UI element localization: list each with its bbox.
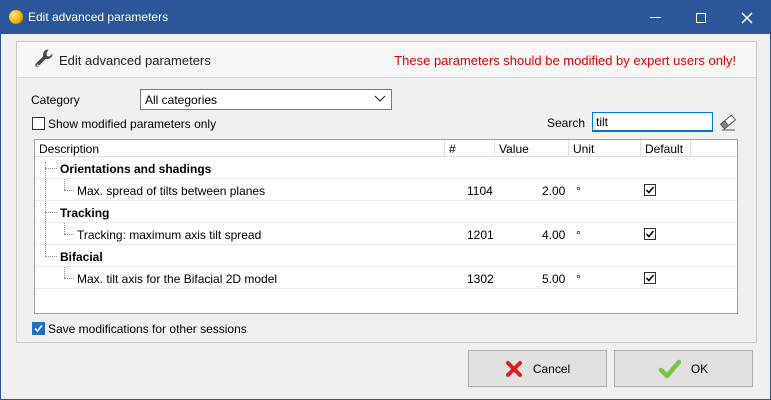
- minimize-icon: [649, 17, 661, 18]
- param-unit: °: [576, 272, 581, 286]
- parameters-table: Description # Value Unit Default Orienta…: [34, 139, 738, 314]
- maximize-button[interactable]: [678, 1, 724, 34]
- ok-button[interactable]: OK: [614, 350, 753, 387]
- checkmark-icon: [645, 230, 655, 238]
- chevron-down-icon: [374, 95, 386, 102]
- column-value[interactable]: Value: [495, 140, 569, 157]
- main-panel: Edit advanced parameters These parameter…: [16, 41, 757, 343]
- wrench-icon: [35, 49, 53, 67]
- table-row[interactable]: Max. tilt axis for the Bifacial 2D model…: [35, 267, 737, 289]
- param-number: 1201: [467, 228, 494, 242]
- group-row[interactable]: Bifacial: [35, 245, 737, 267]
- table-header: Description # Value Unit Default: [35, 140, 737, 157]
- group-row[interactable]: Tracking: [35, 201, 737, 223]
- checkmark-icon: [645, 274, 655, 282]
- default-checkbox[interactable]: [644, 184, 656, 196]
- column-unit[interactable]: Unit: [569, 140, 641, 157]
- window-title: Edit advanced parameters: [28, 10, 169, 24]
- save-modifications-label: Save modifications for other sessions: [48, 322, 247, 336]
- dialog-window: Edit advanced parameters Edit advanced p…: [0, 0, 771, 400]
- tree-branch: [45, 256, 57, 257]
- maximize-icon: [696, 12, 706, 23]
- close-icon: [741, 12, 753, 23]
- param-description: Max. spread of tilts between planes: [77, 184, 266, 198]
- param-value[interactable]: 2.00: [542, 184, 565, 198]
- group-label: Bifacial: [60, 250, 103, 264]
- param-unit: °: [576, 184, 581, 198]
- param-value[interactable]: 5.00: [542, 272, 565, 286]
- table-row[interactable]: Max. spread of tilts between planes 1104…: [35, 179, 737, 201]
- default-checkbox[interactable]: [644, 272, 656, 284]
- group-label: Tracking: [60, 206, 110, 220]
- param-value[interactable]: 4.00: [542, 228, 565, 242]
- search-value: tilt: [596, 115, 608, 129]
- eraser-icon[interactable]: [717, 111, 739, 133]
- tree-branch: [45, 212, 57, 213]
- search-label: Search: [547, 116, 586, 130]
- category-select[interactable]: All categories: [140, 89, 392, 110]
- app-icon: [9, 10, 23, 24]
- close-button[interactable]: [724, 1, 770, 34]
- default-checkbox[interactable]: [644, 228, 656, 240]
- cancel-label: Cancel: [532, 361, 571, 376]
- tree-branch: [45, 168, 57, 169]
- tree-branch: [64, 190, 74, 191]
- column-number[interactable]: #: [445, 140, 495, 157]
- tree-connector: [64, 223, 65, 234]
- param-description: Max. tilt axis for the Bifacial 2D model: [77, 272, 278, 286]
- param-number: 1104: [467, 184, 493, 198]
- show-modified-checkbox[interactable]: [32, 117, 45, 130]
- column-default[interactable]: Default: [641, 140, 691, 157]
- search-input[interactable]: tilt: [592, 112, 713, 132]
- category-value: All categories: [145, 93, 218, 107]
- checkmark-icon: [34, 324, 43, 333]
- param-description: Tracking: maximum axis tilt spread: [77, 228, 262, 242]
- save-modifications-checkbox[interactable]: [32, 322, 45, 335]
- ok-label: OK: [690, 361, 709, 376]
- cancel-x-icon: [505, 360, 522, 377]
- param-number: 1302: [467, 272, 494, 286]
- cancel-button[interactable]: Cancel: [468, 350, 607, 387]
- group-row[interactable]: Orientations and shadings: [35, 157, 737, 179]
- minimize-button[interactable]: [632, 1, 678, 34]
- tree-connector: [64, 179, 65, 190]
- category-label: Category: [31, 93, 80, 107]
- show-modified-label: Show modified parameters only: [48, 117, 217, 131]
- tree-connector: [64, 267, 65, 278]
- tree-branch: [64, 278, 74, 279]
- table-row[interactable]: Tracking: maximum axis tilt spread 1201 …: [35, 223, 737, 245]
- title-bar[interactable]: Edit advanced parameters: [1, 1, 770, 34]
- panel-title: Edit advanced parameters: [59, 53, 211, 68]
- param-unit: °: [576, 228, 581, 242]
- group-label: Orientations and shadings: [60, 162, 212, 176]
- panel-header: Edit advanced parameters These parameter…: [17, 42, 756, 78]
- column-description[interactable]: Description: [35, 140, 445, 157]
- ok-check-icon: [658, 359, 681, 378]
- checkmark-icon: [645, 186, 655, 194]
- expert-warning: These parameters should be modified by e…: [394, 53, 736, 68]
- tree-branch: [64, 234, 74, 235]
